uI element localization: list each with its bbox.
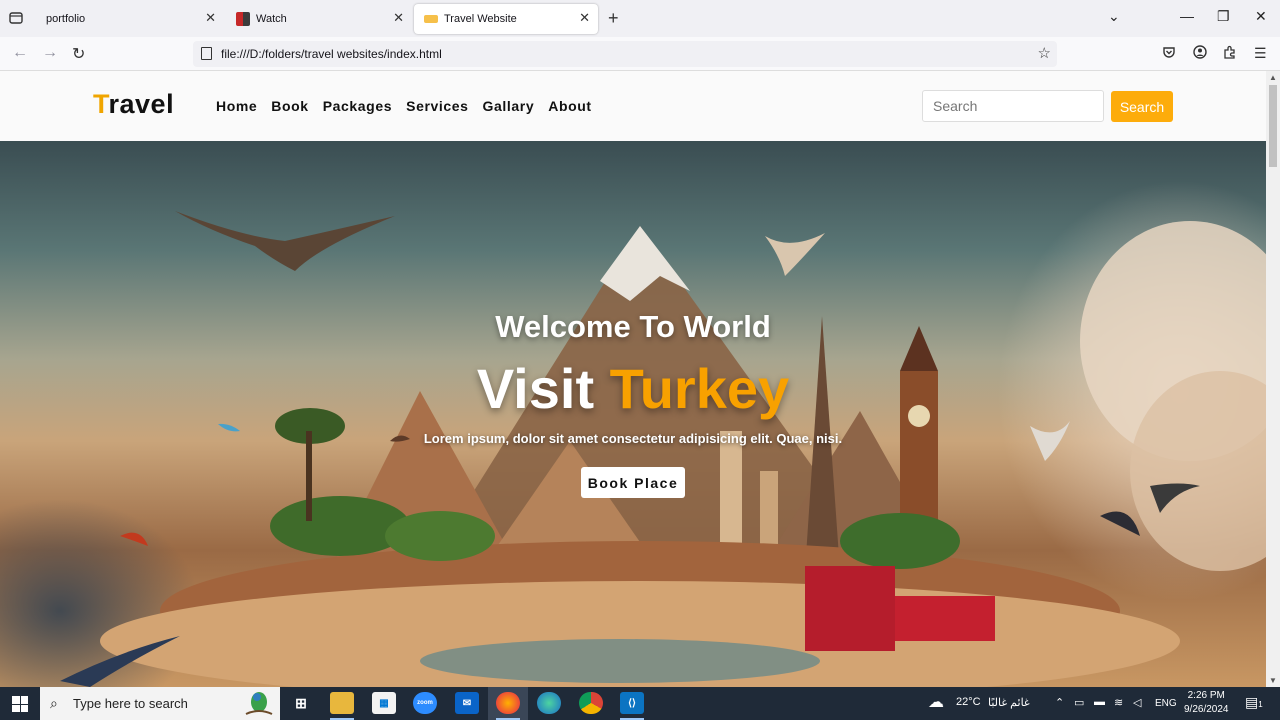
travel-favicon-icon	[424, 15, 438, 23]
minimize-icon[interactable]: —	[1180, 8, 1194, 24]
menu-item-book[interactable]: Book	[271, 98, 308, 114]
scroll-up-icon[interactable]: ▲	[1269, 73, 1277, 82]
tab-portfolio[interactable]: portfolio ✕	[36, 4, 224, 34]
web-page: Travel Home Book Packages Services Galla…	[0, 71, 1266, 687]
edge-icon[interactable]	[537, 692, 561, 714]
mail-icon[interactable]: ✉	[455, 692, 479, 714]
hero-welcome-heading: Welcome To World	[495, 309, 771, 344]
maximize-icon[interactable]: ❐	[1217, 8, 1230, 25]
menu-item-services[interactable]: Services	[406, 98, 468, 114]
windows-start-icon[interactable]	[12, 696, 28, 712]
notification-count: 1	[1258, 700, 1263, 709]
url-text: file:///D:/folders/travel websites/index…	[221, 47, 442, 61]
tab-label: Travel Website	[444, 13, 517, 25]
zoom-icon[interactable]: zoom	[413, 692, 437, 714]
tab-list-chevron-icon[interactable]: ⌄	[1108, 8, 1120, 25]
weather-description[interactable]: غائم غالبًا	[988, 696, 1030, 709]
volume-icon[interactable]: ◁	[1133, 696, 1141, 709]
extensions-icon[interactable]	[1223, 45, 1237, 62]
language-indicator[interactable]: ENG	[1155, 698, 1177, 709]
firefox-icon[interactable]	[496, 692, 520, 714]
account-icon[interactable]	[1193, 45, 1207, 62]
hero-description: Lorem ipsum, dolor sit amet consectetur …	[423, 431, 843, 446]
task-view-icon[interactable]: ⊞	[289, 692, 313, 714]
hero-title-destination: Turkey	[609, 357, 790, 420]
tab-watch[interactable]: Watch ✕	[226, 4, 412, 34]
page-scrollbar[interactable]: ▲ ▼	[1266, 71, 1280, 687]
tab-travel-website[interactable]: Travel Website ✕	[414, 4, 598, 34]
taskbar-search-box[interactable]: ⌕ Type here to search	[40, 687, 280, 720]
logo-first-letter: T	[93, 89, 109, 119]
forward-icon[interactable]: →	[42, 44, 58, 62]
new-tab-icon[interactable]: +	[608, 8, 619, 29]
site-header: Travel Home Book Packages Services Galla…	[0, 71, 1266, 141]
menu-item-home[interactable]: Home	[216, 98, 257, 114]
search-button[interactable]: Search	[1111, 91, 1173, 122]
main-menu: Home Book Packages Services Gallary Abou…	[216, 98, 606, 114]
search-highlight-bird-icon	[245, 692, 273, 715]
hero-section: Welcome To World Visit Turkey Lorem ipsu…	[0, 141, 1266, 687]
tab-list-icon[interactable]	[6, 8, 26, 28]
battery-icon[interactable]: ▬	[1094, 696, 1105, 708]
close-tab-icon[interactable]: ✕	[205, 10, 216, 26]
close-tab-icon[interactable]: ✕	[579, 10, 590, 26]
close-window-icon[interactable]: ✕	[1255, 8, 1267, 25]
menu-item-about[interactable]: About	[548, 98, 591, 114]
menu-item-gallary[interactable]: Gallary	[483, 98, 535, 114]
hero-title: Visit Turkey	[0, 356, 1266, 421]
scroll-down-icon[interactable]: ▼	[1269, 676, 1277, 685]
menu-item-packages[interactable]: Packages	[323, 98, 392, 114]
address-bar[interactable]: file:///D:/folders/travel websites/index…	[193, 41, 1057, 67]
bookmark-star-icon[interactable]: ☆	[1038, 44, 1051, 62]
system-clock[interactable]: 2:26 PM 9/26/2024	[1184, 689, 1229, 717]
reload-icon[interactable]: ↻	[72, 44, 85, 64]
search-icon: ⌕	[50, 695, 58, 711]
meet-now-icon[interactable]: ▭	[1074, 696, 1084, 709]
clock-time: 2:26 PM	[1187, 690, 1225, 701]
scrollbar-thumb[interactable]	[1269, 85, 1277, 167]
logo-rest: ravel	[108, 89, 175, 119]
tab-label: Watch	[256, 13, 287, 25]
site-logo[interactable]: Travel	[93, 89, 174, 120]
windows-taskbar: ⌕ Type here to search ⊞ ▦ zoom ✉ ⟨⟩ ☁ 22…	[0, 687, 1280, 720]
back-icon[interactable]: ←	[12, 44, 28, 62]
chrome-icon[interactable]	[579, 692, 603, 714]
page-icon	[201, 47, 212, 60]
file-explorer-icon[interactable]	[330, 692, 354, 714]
microsoft-store-icon[interactable]: ▦	[372, 692, 396, 714]
browser-tab-bar: portfolio ✕ Watch ✕ Travel Website ✕ + ⌄…	[0, 0, 1280, 37]
show-hidden-icons-icon[interactable]: ⌃	[1055, 696, 1064, 709]
tab-label: portfolio	[46, 13, 86, 25]
browser-nav-bar: ← → ↻ file:///D:/folders/travel websites…	[0, 37, 1280, 71]
close-tab-icon[interactable]: ✕	[393, 10, 404, 26]
wifi-icon[interactable]: ≋	[1114, 696, 1123, 709]
menu-icon[interactable]: ☰	[1254, 45, 1267, 62]
hero-title-visit: Visit	[476, 357, 595, 420]
pocket-icon[interactable]	[1162, 45, 1176, 62]
book-place-button[interactable]: Book Place	[581, 467, 685, 498]
clock-date: 9/26/2024	[1184, 704, 1229, 715]
notification-icon[interactable]: ▤1	[1245, 694, 1263, 711]
weather-temperature[interactable]: 22°C	[956, 696, 981, 708]
vscode-icon[interactable]: ⟨⟩	[620, 692, 644, 714]
search-input[interactable]	[922, 90, 1104, 122]
weather-icon[interactable]: ☁	[928, 692, 944, 712]
taskbar-search-placeholder: Type here to search	[73, 696, 188, 711]
watch-favicon-icon	[236, 12, 250, 26]
